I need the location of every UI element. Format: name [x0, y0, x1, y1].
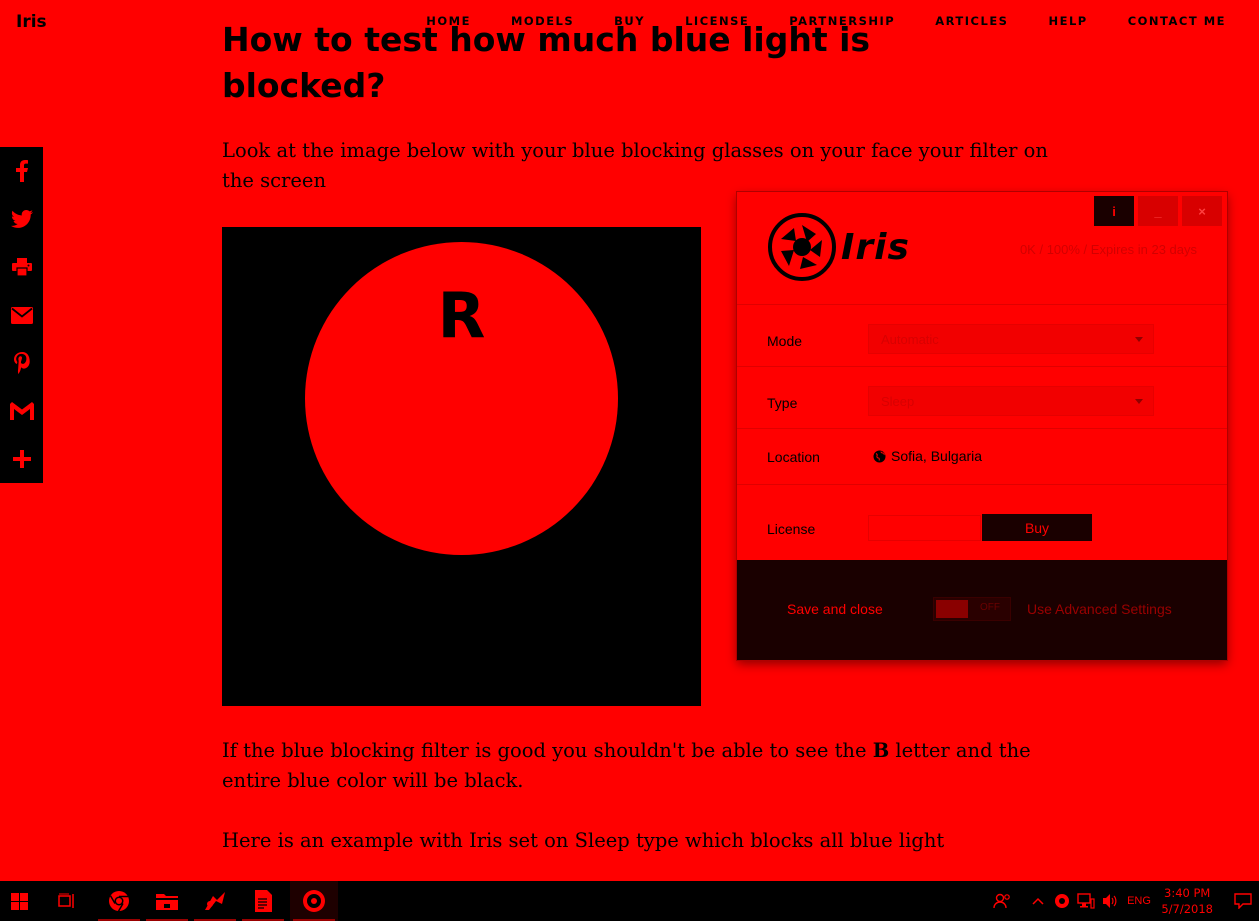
mode-row: Mode Automatic — [737, 304, 1227, 366]
article-heading: How to test how much blue light is block… — [222, 26, 922, 106]
type-row: Type Sleep — [737, 366, 1227, 428]
bold-letter: B — [872, 739, 890, 762]
nav-articles[interactable]: ARTICLES — [935, 14, 1008, 28]
license-status: 0K / 100% / Expires in 23 days — [1019, 242, 1197, 257]
license-input[interactable] — [868, 515, 981, 541]
toggle-state: OFF — [980, 602, 1000, 613]
window-controls: i _ × — [1094, 196, 1222, 226]
nav-contact[interactable]: CONTACT ME — [1128, 14, 1226, 28]
iris-app-window: i _ × Iris 0K / 100% / Expires in 23 day… — [737, 192, 1227, 660]
advanced-settings-toggle[interactable]: OFF — [933, 597, 1011, 621]
buy-button[interactable]: Buy — [982, 514, 1092, 541]
info-button[interactable]: i — [1094, 196, 1134, 226]
toggle-knob — [936, 600, 968, 618]
license-row: License Buy — [737, 484, 1227, 560]
pinterest-icon[interactable] — [0, 339, 43, 387]
chevron-down-icon — [1135, 337, 1143, 342]
filter-paragraph: If the blue blocking filter is good you … — [222, 739, 1031, 792]
gmail-icon[interactable] — [0, 387, 43, 435]
type-select[interactable]: Sleep — [868, 386, 1154, 416]
license-label: License — [767, 521, 816, 537]
file-explorer-icon[interactable] — [143, 881, 191, 921]
minimize-button[interactable]: _ — [1138, 196, 1178, 226]
iris-logo: Iris — [767, 212, 910, 282]
chevron-down-icon — [1135, 399, 1143, 404]
taskbar: ENG 3:40 PM 5/7/2018 — [0, 881, 1259, 921]
chevron-up-icon[interactable] — [1028, 881, 1048, 921]
mode-value: Automatic — [881, 332, 939, 347]
clock-date: 5/7/2018 — [1161, 902, 1213, 916]
location-row: Location Sofia, Bulgaria — [737, 428, 1227, 484]
start-icon[interactable] — [0, 881, 38, 921]
test-letter: R — [437, 279, 486, 352]
save-and-close-button[interactable]: Save and close — [787, 601, 883, 617]
iris-aperture-icon — [768, 213, 836, 281]
location-value-wrap[interactable]: Sofia, Bulgaria — [873, 448, 982, 464]
app-icon[interactable] — [191, 881, 239, 921]
facebook-icon[interactable] — [0, 147, 43, 195]
share-bar — [0, 147, 43, 483]
twitter-icon[interactable] — [0, 195, 43, 243]
location-value: Sofia, Bulgaria — [891, 448, 983, 464]
intro-paragraph: Look at the image below with your blue b… — [222, 139, 1048, 192]
people-icon[interactable] — [990, 881, 1014, 921]
task-view-icon[interactable] — [46, 881, 88, 921]
volume-icon[interactable] — [1099, 881, 1121, 921]
heading-line-1: How to test how much blue light is — [222, 26, 871, 59]
type-value: Sleep — [881, 394, 915, 409]
notifications-icon[interactable] — [1228, 881, 1258, 921]
iris-app-icon[interactable] — [290, 881, 338, 921]
location-label: Location — [767, 449, 820, 465]
chrome-icon[interactable] — [95, 881, 143, 921]
iris-footer: Save and close OFF Use Advanced Settings — [737, 560, 1227, 660]
print-icon[interactable] — [0, 243, 43, 291]
site-logo[interactable]: Iris — [16, 12, 47, 32]
email-icon[interactable] — [0, 291, 43, 339]
document-app-icon[interactable] — [239, 881, 287, 921]
heading-line-2: blocked? — [222, 66, 386, 105]
close-button[interactable]: × — [1182, 196, 1222, 226]
iris-brand: Iris — [841, 226, 910, 268]
system-clock[interactable]: 3:40 PM 5/7/2018 — [1161, 885, 1213, 917]
language-indicator[interactable]: ENG — [1124, 881, 1154, 921]
mode-select[interactable]: Automatic — [868, 324, 1154, 354]
mode-label: Mode — [767, 333, 803, 349]
more-icon[interactable] — [0, 435, 43, 483]
advanced-settings-label[interactable]: Use Advanced Settings — [1027, 601, 1172, 617]
network-icon[interactable] — [1075, 881, 1097, 921]
type-label: Type — [767, 395, 798, 411]
blue-light-test-image: R — [222, 227, 701, 706]
iris-tray-icon[interactable] — [1052, 881, 1072, 921]
example-paragraph: Here is an example with Iris set on Slee… — [222, 829, 945, 852]
clock-time: 3:40 PM — [1164, 886, 1211, 900]
globe-icon — [873, 450, 886, 462]
nav-help[interactable]: HELP — [1048, 14, 1087, 28]
